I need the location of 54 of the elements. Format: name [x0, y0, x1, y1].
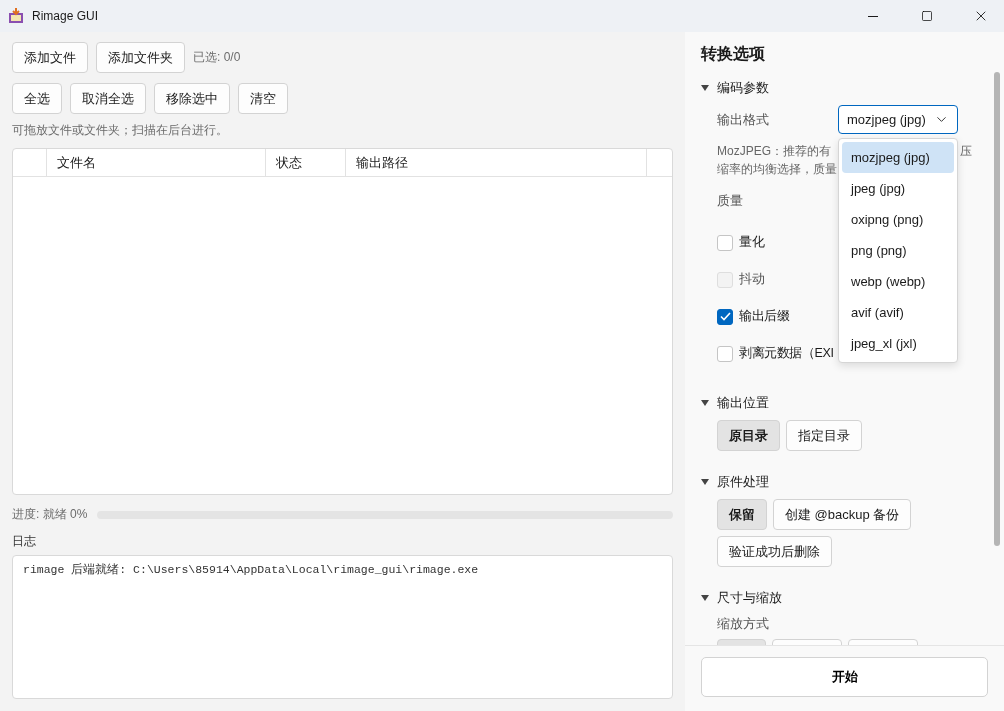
toolbar-button[interactable]: 添加文件	[12, 42, 88, 73]
section-title: 尺寸与缩放	[717, 589, 782, 607]
format-description: MozJPEG：推荐的有 缩率的均衡选择，质量	[717, 143, 838, 178]
field-label: 质量	[717, 193, 743, 208]
maximize-icon	[921, 10, 933, 22]
minimize-icon	[868, 15, 878, 17]
checkbox[interactable]	[717, 345, 733, 362]
panel-title: 转换选项	[701, 44, 766, 64]
section-title: 编码参数	[717, 79, 769, 97]
toolbar-button[interactable]: 取消全选	[70, 83, 146, 114]
expanded-triangle-icon[interactable]	[701, 85, 709, 91]
description-fragment: 压	[960, 143, 972, 160]
toolbar-button[interactable]: 全选	[12, 83, 62, 114]
column-header[interactable]: 状态	[266, 149, 346, 176]
checkbox-label: 输出后缀	[739, 308, 790, 325]
section-title: 原件处理	[717, 473, 769, 491]
checkbox-label: 剥离元数据（EXI	[739, 345, 834, 362]
checkbox[interactable]	[717, 308, 733, 325]
toolbar-button[interactable]: 清空	[238, 83, 288, 114]
option-button[interactable]: 原目录	[717, 420, 780, 451]
column-header[interactable]: 文件名	[47, 149, 266, 176]
option-button[interactable]: 保留	[717, 499, 767, 530]
selection-count: 已选: 0/0	[193, 49, 241, 66]
menu-item[interactable]: jpeg (jpg)	[842, 173, 954, 204]
menu-item[interactable]: jpeg_xl (jxl)	[842, 328, 954, 359]
section-title: 输出位置	[717, 394, 769, 412]
option-button[interactable]: 验证成功后删除	[717, 536, 832, 567]
log-line: rimage 后端就绪: C:\Users\85914\AppData\Local\rimage_gui\rimage.exe	[23, 562, 480, 577]
menu-item[interactable]: png (png)	[842, 235, 954, 266]
toolbar-button[interactable]: 添加文件夹	[96, 42, 185, 73]
field-label: 输出格式	[717, 110, 769, 129]
window-title: Rimage GUI	[32, 9, 100, 23]
format-select[interactable]: mozjpeg (jpg)	[838, 105, 958, 134]
hint-text: 可拖放文件或文件夹；扫描在后台进行。	[12, 122, 229, 139]
menu-item[interactable]: mozjpeg (jpg)	[842, 142, 954, 173]
column-header[interactable]: 输出路径	[346, 149, 647, 176]
menu-item[interactable]: webp (webp)	[842, 266, 954, 297]
field-label: 缩放方式	[717, 616, 769, 631]
checkbox-label: 量化	[739, 234, 765, 251]
checkbox-label: 抖动	[739, 271, 765, 288]
menu-item[interactable]: oxipng (png)	[842, 204, 954, 235]
toolbar-button[interactable]: 移除选中	[154, 83, 230, 114]
start-button[interactable]: 开始	[701, 657, 988, 697]
expanded-triangle-icon[interactable]	[701, 400, 709, 406]
app-logo-icon	[8, 8, 24, 24]
option-button[interactable]: 指定目录	[786, 420, 862, 451]
log-label: 日志	[12, 533, 37, 550]
expanded-triangle-icon[interactable]	[701, 595, 709, 601]
scrollbar-thumb[interactable]	[994, 72, 1000, 546]
checkbox[interactable]	[717, 234, 733, 251]
expanded-triangle-icon[interactable]	[701, 479, 709, 485]
progress-label: 进度: 就绪 0%	[12, 506, 88, 523]
option-button[interactable]: 创建 @backup 备份	[773, 499, 912, 530]
menu-item[interactable]: avif (avif)	[842, 297, 954, 328]
